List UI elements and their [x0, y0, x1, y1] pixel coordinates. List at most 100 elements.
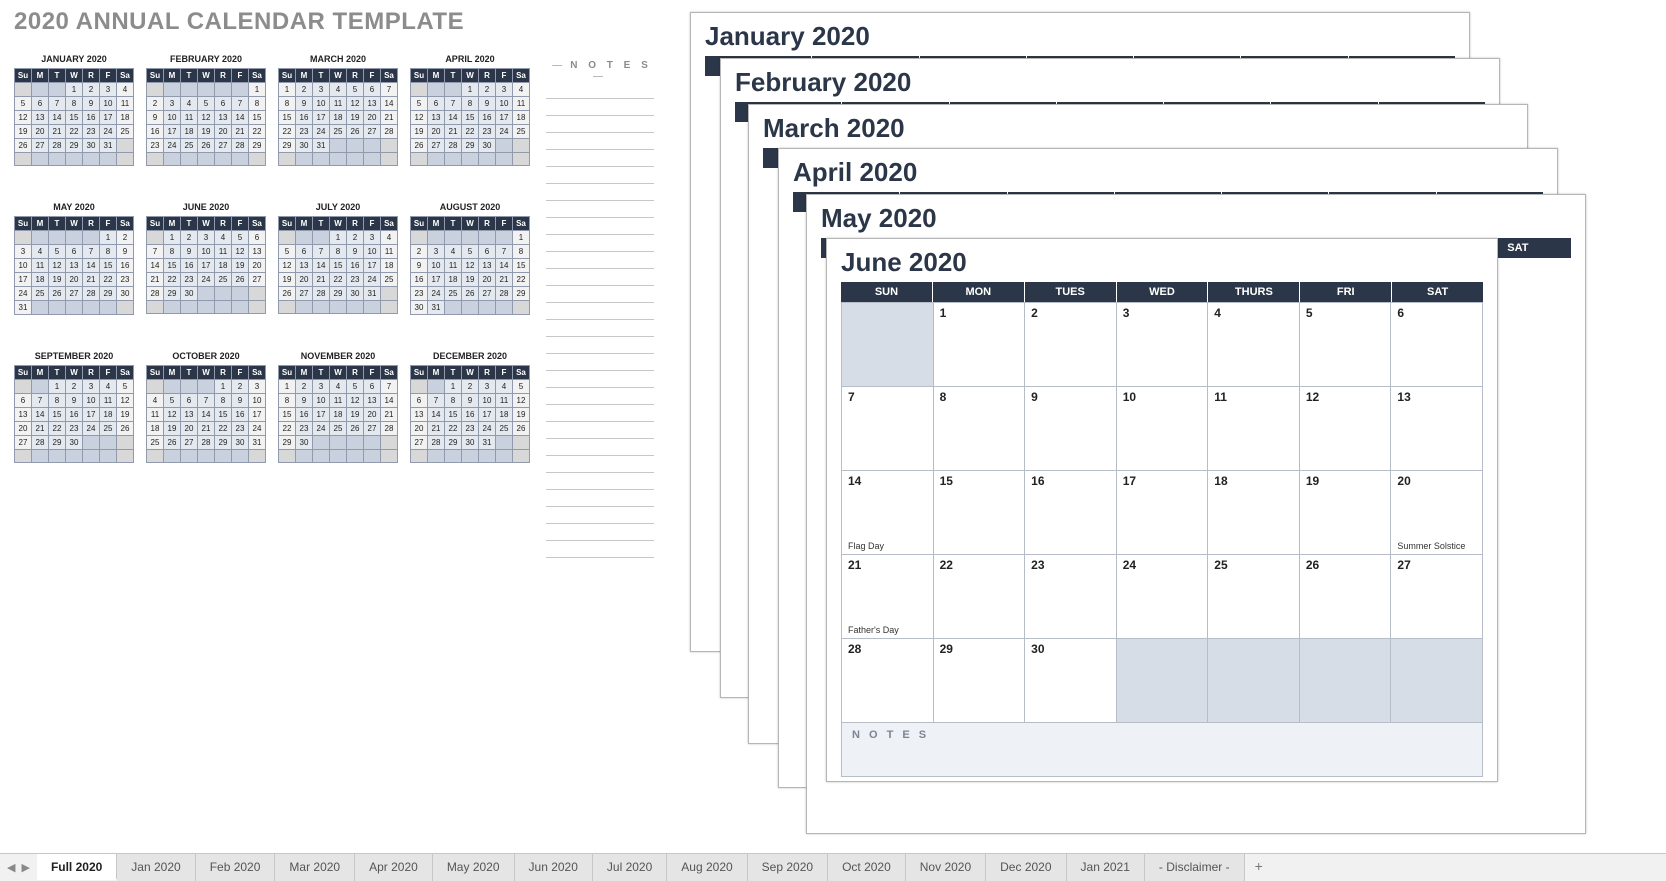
note-line[interactable] [546, 235, 654, 252]
sheet-tab[interactable]: Jan 2021 [1067, 854, 1145, 881]
sheet-tab[interactable]: Nov 2020 [906, 854, 986, 881]
note-line[interactable] [546, 82, 654, 99]
day-cell[interactable]: 22 [934, 555, 1026, 639]
day-cell[interactable]: 23 [1025, 555, 1117, 639]
month-sheet-front: June 2020SUNMONTUESWEDTHURSFRISAT1234567… [826, 238, 1498, 782]
day-cell[interactable]: 25 [1208, 555, 1300, 639]
note-line[interactable] [546, 507, 654, 524]
day-cell[interactable]: 8 [934, 387, 1026, 471]
sheet-tab[interactable]: Apr 2020 [355, 854, 433, 881]
notes-column: N O T E S [546, 60, 654, 558]
day-cell[interactable]: 11 [1208, 387, 1300, 471]
mini-month-title: APRIL 2020 [410, 54, 530, 64]
day-cell[interactable]: 24 [1117, 555, 1209, 639]
mini-month-title: AUGUST 2020 [410, 202, 530, 212]
sheet-tab[interactable]: Jan 2020 [117, 854, 195, 881]
tab-nav-prev-icon[interactable]: ◀ [4, 861, 18, 874]
day-cell[interactable]: 26 [1300, 555, 1392, 639]
note-line[interactable] [546, 286, 654, 303]
note-line[interactable] [546, 490, 654, 507]
day-cell[interactable]: 20Summer Solstice [1391, 471, 1483, 555]
note-line[interactable] [546, 541, 654, 558]
mini-month: MARCH 2020SuMTWRFSa123456789101112131415… [278, 54, 398, 166]
note-line[interactable] [546, 422, 654, 439]
note-line[interactable] [546, 116, 654, 133]
mini-month: JULY 2020SuMTWRFSa1234567891011121314151… [278, 202, 398, 315]
sheet-tab[interactable]: Mar 2020 [275, 854, 355, 881]
day-cell [842, 303, 934, 387]
day-cell[interactable]: 15 [934, 471, 1026, 555]
day-cell[interactable]: 28 [842, 639, 934, 723]
day-cell [1208, 639, 1300, 723]
tab-nav-next-icon[interactable]: ▶ [18, 861, 32, 874]
sheet-tab[interactable]: Aug 2020 [667, 854, 747, 881]
sheet-tab[interactable]: - Disclaimer - [1145, 854, 1245, 881]
day-cell[interactable]: 17 [1117, 471, 1209, 555]
day-cell[interactable]: 29 [934, 639, 1026, 723]
sheet-tab[interactable]: Sep 2020 [748, 854, 828, 881]
sheet-title: May 2020 [821, 203, 1571, 234]
day-cell[interactable]: 1 [934, 303, 1026, 387]
note-line[interactable] [546, 303, 654, 320]
note-line[interactable] [546, 252, 654, 269]
note-line[interactable] [546, 473, 654, 490]
day-cell[interactable]: 21Father's Day [842, 555, 934, 639]
sheet-title: March 2020 [763, 113, 1513, 144]
note-line[interactable] [546, 201, 654, 218]
sheet-tab[interactable]: Feb 2020 [196, 854, 276, 881]
sheet-tab[interactable]: May 2020 [433, 854, 515, 881]
note-line[interactable] [546, 439, 654, 456]
note-line[interactable] [546, 371, 654, 388]
day-cell[interactable]: 16 [1025, 471, 1117, 555]
mini-month: MAY 2020SuMTWRFSa12345678910111213141516… [14, 202, 134, 315]
mini-month: JANUARY 2020SuMTWRFSa1234567891011121314… [14, 54, 134, 166]
day-cell [1300, 639, 1392, 723]
day-cell[interactable]: 27 [1391, 555, 1483, 639]
note-line[interactable] [546, 524, 654, 541]
sheet-tab[interactable]: Oct 2020 [828, 854, 906, 881]
mini-month-title: FEBRUARY 2020 [146, 54, 266, 64]
day-cell[interactable]: 4 [1208, 303, 1300, 387]
note-line[interactable] [546, 184, 654, 201]
mini-month: SEPTEMBER 2020SuMTWRFSa12345678910111213… [14, 351, 134, 463]
day-cell[interactable]: 30 [1025, 639, 1117, 723]
day-cell[interactable]: 13 [1391, 387, 1483, 471]
notes-row[interactable]: N O T E S [841, 723, 1483, 777]
note-line[interactable] [546, 150, 654, 167]
add-sheet-button[interactable]: + [1245, 854, 1273, 878]
day-cell[interactable]: 9 [1025, 387, 1117, 471]
sheet-tab[interactable]: Jul 2020 [593, 854, 667, 881]
note-line[interactable] [546, 337, 654, 354]
note-line[interactable] [546, 269, 654, 286]
holiday-label: Flag Day [848, 541, 884, 551]
note-line[interactable] [546, 456, 654, 473]
day-cell[interactable]: 6 [1391, 303, 1483, 387]
note-line[interactable] [546, 167, 654, 184]
day-cell[interactable]: 5 [1300, 303, 1392, 387]
note-line[interactable] [546, 388, 654, 405]
day-cell[interactable]: 10 [1117, 387, 1209, 471]
note-line[interactable] [546, 99, 654, 116]
day-cell[interactable]: 14Flag Day [842, 471, 934, 555]
mini-month: AUGUST 2020SuMTWRFSa12345678910111213141… [410, 202, 530, 315]
sheet-tab[interactable]: Full 2020 [37, 853, 117, 880]
sheet-tab[interactable]: Jun 2020 [515, 854, 593, 881]
day-cell[interactable]: 12 [1300, 387, 1392, 471]
day-cell[interactable]: 2 [1025, 303, 1117, 387]
day-cell[interactable]: 18 [1208, 471, 1300, 555]
note-line[interactable] [546, 354, 654, 371]
mini-month: FEBRUARY 2020SuMTWRFSa123456789101112131… [146, 54, 266, 166]
day-cell [1391, 639, 1483, 723]
day-cell[interactable]: 19 [1300, 471, 1392, 555]
day-cell[interactable]: 7 [842, 387, 934, 471]
mini-month-title: MARCH 2020 [278, 54, 398, 64]
holiday-label: Father's Day [848, 625, 899, 635]
note-line[interactable] [546, 320, 654, 337]
day-cell[interactable]: 3 [1117, 303, 1209, 387]
sheet-title: January 2020 [705, 21, 1455, 52]
note-line[interactable] [546, 405, 654, 422]
note-line[interactable] [546, 218, 654, 235]
note-line[interactable] [546, 133, 654, 150]
sheet-tab[interactable]: Dec 2020 [986, 854, 1066, 881]
mini-month: DECEMBER 2020SuMTWRFSa123456789101112131… [410, 351, 530, 463]
